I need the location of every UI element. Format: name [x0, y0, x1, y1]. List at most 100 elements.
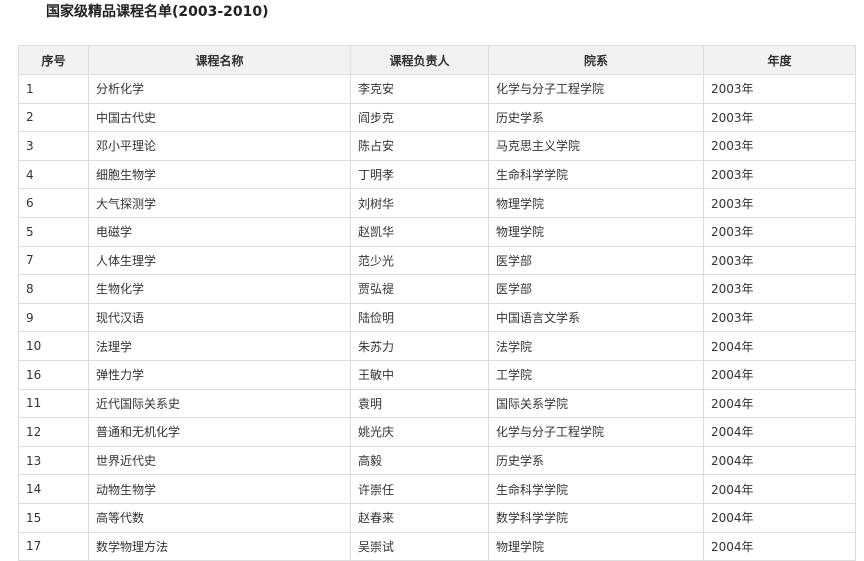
cell-instructor: 范少光 [350, 245, 489, 276]
cell-course-name: 电磁学 [88, 216, 351, 247]
table-row: 4 细胞生物学 丁明孝 生命科学学院 2003年 [18, 159, 856, 190]
header-department: 院系 [488, 45, 704, 75]
cell-index: 11 [18, 388, 89, 419]
cell-course-name: 生物化学 [88, 274, 351, 304]
cell-department: 物理学院 [488, 188, 704, 218]
cell-department: 医学部 [488, 245, 704, 276]
table-row: 9 现代汉语 陆俭明 中国语言文学系 2003年 [18, 302, 856, 333]
table-row: 13 世界近代史 高毅 历史学系 2004年 [18, 445, 856, 476]
table-row: 14 动物生物学 许崇任 生命科学学院 2004年 [18, 474, 856, 504]
cell-index: 12 [18, 417, 89, 447]
header-instructor: 课程负责人 [350, 45, 489, 75]
cell-index: 7 [18, 245, 89, 276]
cell-instructor: 陈占安 [350, 131, 489, 161]
cell-year: 2003年 [703, 102, 856, 133]
cell-index: 17 [18, 531, 89, 561]
cell-index: 8 [18, 274, 89, 304]
cell-course-name: 人体生理学 [88, 245, 351, 276]
cell-instructor: 贾弘禔 [350, 274, 489, 304]
table-row: 6 大气探测学 刘树华 物理学院 2003年 [18, 188, 856, 218]
cell-index: 2 [18, 102, 89, 133]
cell-department: 物理学院 [488, 216, 704, 247]
cell-instructor: 袁明 [350, 388, 489, 419]
page-title: 国家级精品课程名单(2003-2010) [46, 4, 269, 20]
cell-course-name: 高等代数 [88, 502, 351, 533]
cell-instructor: 王敏中 [350, 359, 489, 390]
table-row: 3 邓小平理论 陈占安 马克思主义学院 2003年 [18, 131, 856, 161]
cell-department: 物理学院 [488, 531, 704, 561]
cell-index: 13 [18, 445, 89, 476]
table-row: 17 数学物理方法 吴崇试 物理学院 2004年 [18, 531, 856, 561]
cell-index: 15 [18, 502, 89, 533]
cell-year: 2003年 [703, 159, 856, 190]
cell-index: 3 [18, 131, 89, 161]
cell-year: 2003年 [703, 245, 856, 276]
cell-course-name: 动物生物学 [88, 474, 351, 504]
table-header-row: 序号 课程名称 课程负责人 院系 年度 [18, 45, 856, 75]
cell-instructor: 赵凯华 [350, 216, 489, 247]
cell-instructor: 陆俭明 [350, 302, 489, 333]
cell-instructor: 吴崇试 [350, 531, 489, 561]
cell-department: 中国语言文学系 [488, 302, 704, 333]
cell-department: 法学院 [488, 331, 704, 361]
cell-course-name: 分析化学 [88, 74, 351, 104]
cell-department: 工学院 [488, 359, 704, 390]
cell-instructor: 刘树华 [350, 188, 489, 218]
cell-year: 2004年 [703, 417, 856, 447]
table-body: 1 分析化学 李克安 化学与分子工程学院 2003年 2 中国古代史 阎步克 历史学系 2003年… [18, 74, 856, 561]
cell-index: 10 [18, 331, 89, 361]
cell-instructor: 高毅 [350, 445, 489, 476]
cell-course-name: 世界近代史 [88, 445, 351, 476]
cell-index: 9 [18, 302, 89, 333]
header-course-name: 课程名称 [88, 45, 351, 75]
cell-instructor: 赵春来 [350, 502, 489, 533]
cell-year: 2003年 [703, 274, 856, 304]
cell-year: 2004年 [703, 331, 856, 361]
cell-year: 2004年 [703, 531, 856, 561]
cell-department: 化学与分子工程学院 [488, 417, 704, 447]
cell-year: 2004年 [703, 445, 856, 476]
cell-instructor: 许崇任 [350, 474, 489, 504]
cell-course-name: 邓小平理论 [88, 131, 351, 161]
cell-instructor: 朱苏力 [350, 331, 489, 361]
cell-instructor: 丁明孝 [350, 159, 489, 190]
table-row: 16 弹性力学 王敏中 工学院 2004年 [18, 359, 856, 390]
cell-department: 医学部 [488, 274, 704, 304]
table-row: 15 高等代数 赵春来 数学科学学院 2004年 [18, 502, 856, 533]
table-row: 5 电磁学 赵凯华 物理学院 2003年 [18, 216, 856, 247]
header-year: 年度 [703, 45, 856, 75]
cell-year: 2003年 [703, 216, 856, 247]
table-row: 10 法理学 朱苏力 法学院 2004年 [18, 331, 856, 361]
cell-course-name: 弹性力学 [88, 359, 351, 390]
cell-year: 2003年 [703, 131, 856, 161]
course-table: 序号 课程名称 课程负责人 院系 年度 1 分析化学 李克安 化学与分子工程学院 200… [18, 45, 856, 561]
cell-index: 16 [18, 359, 89, 390]
table-row: 8 生物化学 贾弘禔 医学部 2003年 [18, 274, 856, 304]
cell-department: 历史学系 [488, 445, 704, 476]
cell-year: 2003年 [703, 188, 856, 218]
cell-department: 马克思主义学院 [488, 131, 704, 161]
cell-department: 生命科学学院 [488, 159, 704, 190]
cell-year: 2004年 [703, 359, 856, 390]
cell-year: 2003年 [703, 302, 856, 333]
cell-course-name: 现代汉语 [88, 302, 351, 333]
cell-instructor: 姚光庆 [350, 417, 489, 447]
cell-year: 2003年 [703, 74, 856, 104]
cell-course-name: 细胞生物学 [88, 159, 351, 190]
header-index: 序号 [18, 45, 89, 75]
cell-department: 生命科学学院 [488, 474, 704, 504]
cell-department: 历史学系 [488, 102, 704, 133]
table-row: 2 中国古代史 阎步克 历史学系 2003年 [18, 102, 856, 133]
table-row: 12 普通和无机化学 姚光庆 化学与分子工程学院 2004年 [18, 417, 856, 447]
cell-course-name: 中国古代史 [88, 102, 351, 133]
table-row: 11 近代国际关系史 袁明 国际关系学院 2004年 [18, 388, 856, 419]
cell-instructor: 李克安 [350, 74, 489, 104]
cell-department: 数学科学学院 [488, 502, 704, 533]
cell-department: 国际关系学院 [488, 388, 704, 419]
cell-department: 化学与分子工程学院 [488, 74, 704, 104]
cell-course-name: 法理学 [88, 331, 351, 361]
cell-year: 2004年 [703, 474, 856, 504]
cell-instructor: 阎步克 [350, 102, 489, 133]
cell-index: 4 [18, 159, 89, 190]
table-row: 1 分析化学 李克安 化学与分子工程学院 2003年 [18, 74, 856, 104]
